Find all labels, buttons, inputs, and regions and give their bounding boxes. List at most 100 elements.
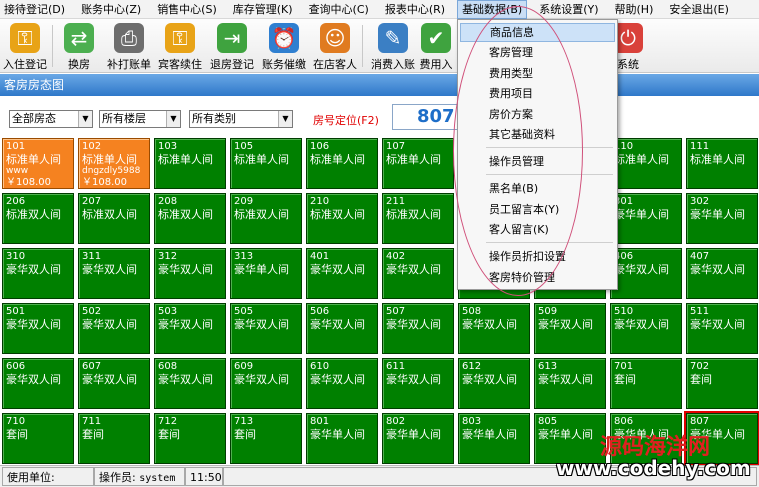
room-number: 111 <box>690 141 710 152</box>
room-tile[interactable]: 401 豪华双人间 <box>306 248 378 299</box>
room-tile[interactable]: 406 豪华双人间 <box>610 248 682 299</box>
dropdown-menu-item[interactable]: 客人留言(K) <box>460 220 615 239</box>
room-tile[interactable]: 508 豪华双人间 <box>458 303 530 354</box>
room-tile[interactable]: 209 标准双人间 <box>230 193 302 244</box>
dropdown-menu-item[interactable]: 商品信息 <box>460 23 615 42</box>
room-type: 标准单人间 <box>690 153 745 166</box>
room-tile[interactable]: 801 豪华单人间 <box>306 413 378 464</box>
toolbar-button[interactable]: ✎ 消费入账 <box>368 21 418 71</box>
room-tile[interactable]: 311 豪华双人间 <box>78 248 150 299</box>
room-type: 标准单人间 <box>6 153 61 166</box>
room-tile[interactable]: 313 豪华单人间 <box>230 248 302 299</box>
room-tile[interactable]: 613 豪华双人间 <box>534 358 606 409</box>
room-locate-input[interactable]: 807 <box>392 104 462 130</box>
room-tile[interactable]: 501 豪华双人间 <box>2 303 74 354</box>
toolbar-button[interactable]: ☺ 在店客人 <box>310 21 360 71</box>
dropdown-menu-item[interactable]: 操作员管理 <box>460 152 615 171</box>
room-type: 豪华双人间 <box>386 373 441 386</box>
room-tile[interactable]: 210 标准双人间 <box>306 193 378 244</box>
room-number: 311 <box>82 251 102 262</box>
room-tile[interactable]: 505 豪华双人间 <box>230 303 302 354</box>
room-tile[interactable]: 606 豪华双人间 <box>2 358 74 409</box>
room-number: 103 <box>158 141 178 152</box>
room-tile[interactable]: 103 标准单人间 <box>154 138 226 189</box>
room-tile[interactable]: 503 豪华双人间 <box>154 303 226 354</box>
room-tile[interactable]: 502 豪华双人间 <box>78 303 150 354</box>
room-tile[interactable]: 105 标准单人间 <box>230 138 302 189</box>
category-select[interactable]: 所有类别 ▼ <box>189 110 293 128</box>
room-tile[interactable]: 211 标准双人间 <box>382 193 454 244</box>
room-tile[interactable]: 609 豪华双人间 <box>230 358 302 409</box>
floor-select[interactable]: 所有楼层 ▼ <box>99 110 181 128</box>
dropdown-menu-item[interactable]: 费用类型 <box>460 64 615 83</box>
room-tile[interactable]: 713 套间 <box>230 413 302 464</box>
room-tile[interactable]: 803 豪华单人间 <box>458 413 530 464</box>
dropdown-menu-item[interactable]: 费用项目 <box>460 84 615 103</box>
room-number: 106 <box>310 141 330 152</box>
menu-item[interactable]: 接待登记(D) <box>0 0 69 19</box>
dropdown-menu-item[interactable]: 黑名单(B) <box>460 179 615 198</box>
room-number: 503 <box>158 306 178 317</box>
toolbar-button[interactable]: ⇄ 换房 <box>61 21 97 71</box>
room-status-select[interactable]: 全部房态 ▼ <box>9 110 93 128</box>
menu-item[interactable]: 报表中心(R) <box>381 0 449 19</box>
room-tile[interactable]: 206 标准双人间 <box>2 193 74 244</box>
room-tile[interactable]: 402 豪华双人间 <box>382 248 454 299</box>
room-tile[interactable]: 301 豪华单人间 <box>610 193 682 244</box>
dropdown-menu-item[interactable]: 操作员折扣设置 <box>460 247 615 266</box>
room-tile[interactable]: 507 豪华双人间 <box>382 303 454 354</box>
room-tile[interactable]: 312 豪华双人间 <box>154 248 226 299</box>
room-tile[interactable]: 712 套间 <box>154 413 226 464</box>
room-tile[interactable]: 607 豪华双人间 <box>78 358 150 409</box>
menu-item[interactable]: 系统设置(Y) <box>535 0 602 19</box>
room-tile[interactable]: 608 豪华双人间 <box>154 358 226 409</box>
dropdown-menu-item[interactable]: 员工留言本(Y) <box>460 200 615 219</box>
room-tile[interactable]: 711 套间 <box>78 413 150 464</box>
dropdown-menu-item[interactable]: 客房管理 <box>460 43 615 62</box>
menu-item[interactable]: 基础数据(B) <box>457 0 528 19</box>
room-tile[interactable]: 802 豪华单人间 <box>382 413 454 464</box>
dropdown-menu-item[interactable]: 客房特价管理 <box>460 268 615 287</box>
toolbar-button[interactable]: ⚿ 宾客续住 <box>156 21 204 71</box>
room-tile[interactable]: 302 豪华单人间 <box>686 193 758 244</box>
toolbar-button[interactable]: ⏰ 账务催缴 <box>260 21 308 71</box>
room-number: 508 <box>462 306 482 317</box>
guests-icon: ☺ <box>320 23 350 53</box>
room-tile[interactable]: 110 标准单人间 <box>610 138 682 189</box>
room-tile[interactable]: 407 豪华双人间 <box>686 248 758 299</box>
room-tile[interactable]: 106 标准单人间 <box>306 138 378 189</box>
toolbar-button[interactable]: ✔ 费用入 <box>418 21 454 71</box>
menu-item[interactable]: 库存管理(K) <box>229 0 297 19</box>
menu-item[interactable]: 账务中心(Z) <box>77 0 145 19</box>
menu-item[interactable]: 帮助(H) <box>611 0 658 19</box>
room-tile[interactable]: 506 豪华双人间 <box>306 303 378 354</box>
room-number: 606 <box>6 361 26 372</box>
room-type: 豪华单人间 <box>310 428 365 441</box>
room-tile[interactable]: 610 豪华双人间 <box>306 358 378 409</box>
dropdown-menu-item[interactable]: 房价方案 <box>460 105 615 124</box>
room-tile[interactable]: 510 豪华双人间 <box>610 303 682 354</box>
room-tile[interactable]: 511 豪华双人间 <box>686 303 758 354</box>
room-tile[interactable]: 208 标准双人间 <box>154 193 226 244</box>
room-tile[interactable]: 101 标准单人间 www ￥108.00 <box>2 138 74 189</box>
room-tile[interactable]: 509 豪华双人间 <box>534 303 606 354</box>
room-tile[interactable]: 111 标准单人间 <box>686 138 758 189</box>
toolbar-button[interactable]: ⇥ 退房登记 <box>207 21 257 71</box>
room-tile[interactable]: 710 套间 <box>2 413 74 464</box>
room-type: 豪华单人间 <box>386 428 441 441</box>
room-tile[interactable]: 207 标准双人间 <box>78 193 150 244</box>
room-tile[interactable]: 107 标准单人间 <box>382 138 454 189</box>
room-tile[interactable]: 702 套间 <box>686 358 758 409</box>
dropdown-menu-item[interactable]: 其它基础资料 <box>460 125 615 144</box>
menu-item[interactable]: 安全退出(E) <box>665 0 733 19</box>
room-tile[interactable]: 102 标准单人间 dngzdly5988 ￥108.00 <box>78 138 150 189</box>
menu-item[interactable]: 查询中心(C) <box>305 0 373 19</box>
room-tile[interactable]: 310 豪华双人间 <box>2 248 74 299</box>
room-tile[interactable]: 611 豪华双人间 <box>382 358 454 409</box>
room-number: 407 <box>690 251 710 262</box>
menu-item[interactable]: 销售中心(S) <box>153 0 221 19</box>
toolbar-button[interactable]: ⚿ 入住登记 <box>2 21 48 71</box>
toolbar-button[interactable]: ⎙ 补打账单 <box>104 21 154 71</box>
room-tile[interactable]: 701 套间 <box>610 358 682 409</box>
room-tile[interactable]: 612 豪华双人间 <box>458 358 530 409</box>
